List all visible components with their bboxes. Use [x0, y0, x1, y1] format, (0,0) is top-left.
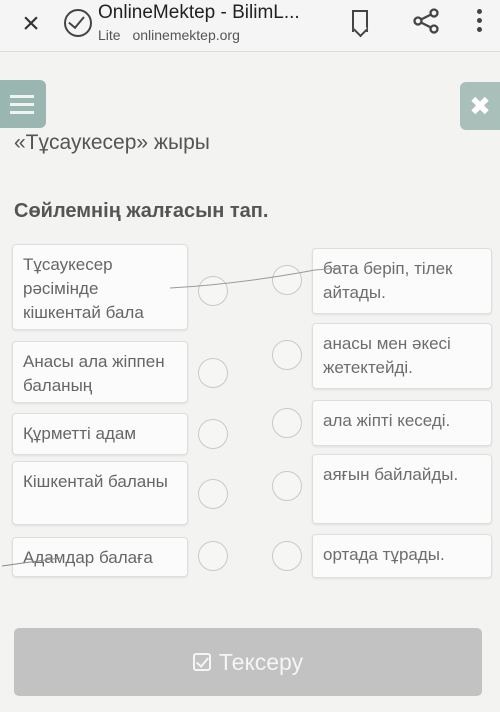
left-item-4[interactable]: Кішкентай баланы [12, 461, 188, 525]
page-title: «Тұсаукесер» жыры [14, 131, 210, 154]
more-options-icon[interactable] [474, 9, 484, 35]
right-item-1[interactable]: бата беріп, тілек айтады. [312, 248, 492, 314]
browser-toolbar: × OnlineMektep - BilimL... Lite onlineme… [0, 0, 500, 52]
left-item-1[interactable]: Тұсаукесер рәсімінде кішкентай бала [12, 244, 188, 330]
site-url-line: Lite onlinemektep.org [98, 27, 240, 43]
share-icon[interactable] [412, 8, 440, 34]
right-item-2[interactable]: анасы мен әкесі жетектейді. [312, 323, 492, 389]
close-task-button[interactable]: ✖ [460, 82, 500, 130]
left-connector-1[interactable] [198, 276, 228, 306]
right-item-3[interactable]: ала жіпті кеседі. [312, 400, 492, 446]
site-url: onlinemektep.org [132, 27, 240, 43]
right-connector-4[interactable] [272, 471, 302, 501]
left-connector-4[interactable] [198, 479, 228, 509]
right-connector-5[interactable] [272, 541, 302, 571]
right-item-4[interactable]: аяғын байлайды. [312, 454, 492, 524]
site-title: OnlineMektep - BilimL... [98, 2, 300, 23]
bookmark-icon[interactable] [352, 10, 368, 32]
checkbox-icon [192, 653, 211, 671]
right-connector-1[interactable] [272, 265, 302, 295]
close-tab-icon[interactable]: × [14, 7, 48, 41]
right-item-5[interactable]: ортада тұрады. [312, 534, 492, 578]
right-connector-2[interactable] [272, 340, 302, 370]
lite-label: Lite [98, 27, 121, 43]
left-connector-5[interactable] [198, 541, 228, 571]
left-item-2[interactable]: Анасы ала жіппен баланың [12, 341, 188, 403]
left-connector-3[interactable] [198, 419, 228, 449]
left-connector-2[interactable] [198, 358, 228, 388]
check-button-label: Тексеру [218, 649, 304, 675]
left-item-5[interactable]: Адамдар балаға [12, 537, 188, 577]
task-instruction: Сөйлемнің жалғасын тап. [14, 200, 269, 222]
check-button[interactable]: Тексеру [14, 628, 482, 696]
right-connector-3[interactable] [272, 408, 302, 438]
lite-mode-icon[interactable] [64, 9, 92, 37]
left-item-3[interactable]: Құрметті адам [12, 413, 188, 455]
menu-button[interactable] [0, 80, 46, 128]
